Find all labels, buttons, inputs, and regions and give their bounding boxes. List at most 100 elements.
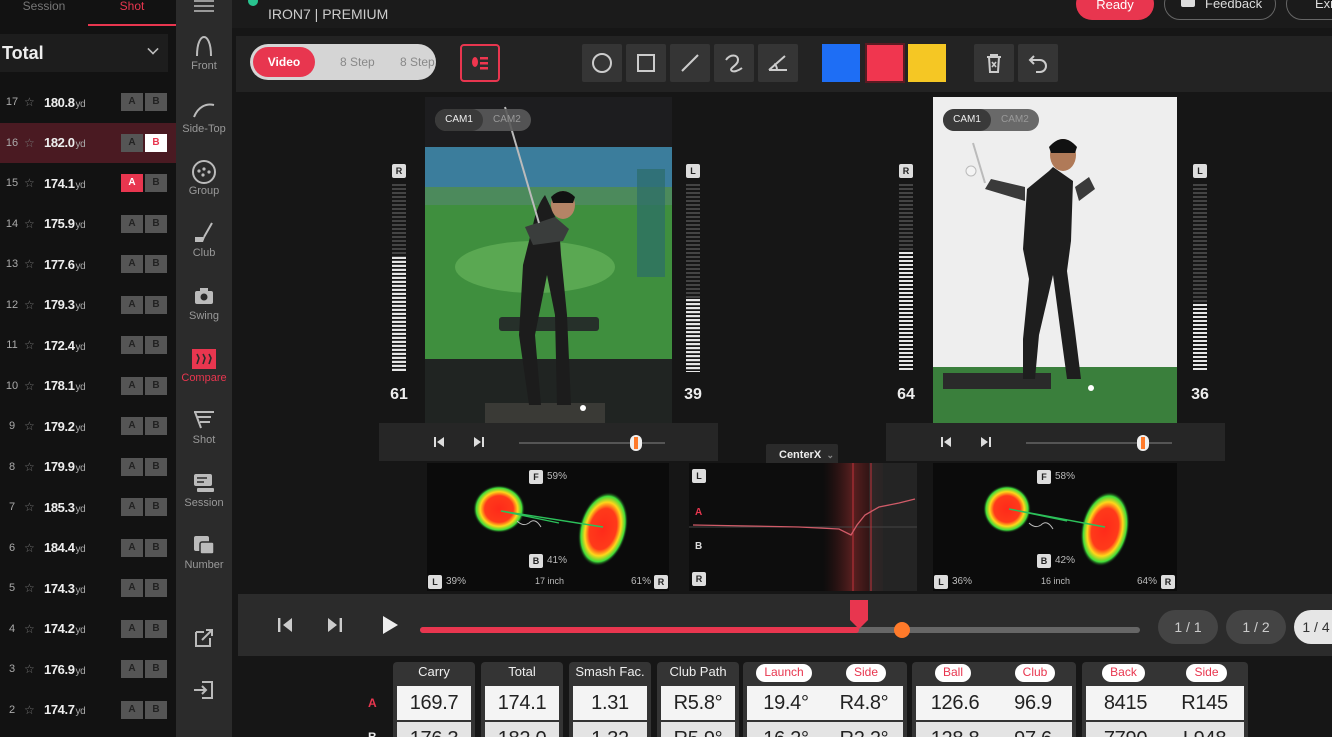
favorite-star-icon[interactable]: ☆ <box>24 298 44 312</box>
favorite-star-icon[interactable]: ☆ <box>24 622 44 636</box>
angle-tool-button[interactable] <box>758 44 798 82</box>
assign-b-button[interactable]: B <box>145 619 167 638</box>
nav-item-shot[interactable]: Shot <box>176 408 232 446</box>
assign-a-button[interactable]: A <box>121 660 143 678</box>
favorite-star-icon[interactable]: ☆ <box>24 460 44 474</box>
menu-icon[interactable] <box>194 0 214 12</box>
timeline-handle[interactable] <box>894 622 911 638</box>
shot-row[interactable]: 9 ☆ 179.2yd A B <box>0 406 176 447</box>
import-icon[interactable] <box>192 678 216 702</box>
right-slider-handle[interactable] <box>1136 435 1149 451</box>
shot-row[interactable]: 15 ☆ 174.1yd A B <box>0 163 176 204</box>
assign-a-button[interactable]: A <box>121 133 143 152</box>
shot-row[interactable]: 13 ☆ 177.6yd A B <box>0 244 176 285</box>
assign-b-button[interactable]: B <box>145 579 167 597</box>
page-pill-1[interactable]: 1 / 1 <box>1158 610 1218 644</box>
assign-a-button[interactable]: A <box>121 295 143 314</box>
assign-a-button[interactable]: A <box>121 214 143 233</box>
shot-row[interactable]: 8 ☆ 179.9yd A B <box>0 447 176 488</box>
prev-frame-icon[interactable] <box>940 435 954 449</box>
left-video-slider[interactable] <box>519 442 665 444</box>
cam2-button[interactable]: CAM2 <box>493 109 521 131</box>
prev-frame-icon[interactable] <box>433 435 447 449</box>
shot-row[interactable]: 14 ☆ 175.9yd A B <box>0 204 176 245</box>
assign-a-button[interactable]: A <box>121 538 143 557</box>
shot-row[interactable]: 12 ☆ 179.3yd A B <box>0 285 176 326</box>
color-blue-swatch[interactable] <box>822 44 860 82</box>
assign-a-button[interactable]: A <box>121 457 143 476</box>
shot-row[interactable]: 5 ☆ 174.3yd A B <box>0 568 176 609</box>
shot-row[interactable]: 10 ☆ 178.1yd A B <box>0 366 176 407</box>
left-slider-handle[interactable] <box>629 435 642 451</box>
camera-switch[interactable]: CAM1 CAM2 <box>943 109 1039 131</box>
assign-a-button[interactable]: A <box>121 498 143 516</box>
page-pill-2[interactable]: 1 / 2 <box>1226 610 1286 644</box>
tab-session[interactable]: Session <box>0 0 88 26</box>
cam1-button[interactable]: CAM1 <box>435 109 483 131</box>
play-icon[interactable] <box>380 614 400 636</box>
cam2-button[interactable]: CAM2 <box>1001 109 1029 131</box>
favorite-star-icon[interactable]: ☆ <box>24 217 44 231</box>
favorite-star-icon[interactable]: ☆ <box>24 136 44 150</box>
shot-row[interactable]: 6 ☆ 184.4yd A B <box>0 528 176 569</box>
favorite-star-icon[interactable]: ☆ <box>24 338 44 352</box>
assign-a-button[interactable]: A <box>121 93 143 111</box>
assign-a-button[interactable]: A <box>121 174 143 192</box>
impact-marker-icon[interactable] <box>849 599 869 629</box>
favorite-star-icon[interactable]: ☆ <box>24 703 44 717</box>
cam1-button[interactable]: CAM1 <box>943 109 991 131</box>
color-red-swatch[interactable] <box>865 43 905 83</box>
mode-8-step-2[interactable]: 8 Step <box>400 44 435 80</box>
right-video-slider[interactable] <box>1026 442 1172 444</box>
delete-button[interactable] <box>974 44 1014 82</box>
assign-b-button[interactable]: B <box>145 498 167 516</box>
assign-a-button[interactable]: A <box>121 255 143 273</box>
shot-row[interactable]: 16 ☆ 182.0yd A B <box>0 122 176 163</box>
favorite-star-icon[interactable]: ☆ <box>24 95 44 109</box>
assign-a-button[interactable]: A <box>121 700 143 719</box>
shot-row[interactable]: 11 ☆ 172.4yd A B <box>0 325 176 366</box>
shot-row[interactable]: 4 ☆ 174.2yd A B <box>0 609 176 650</box>
assign-b-button[interactable]: B <box>145 255 167 273</box>
favorite-star-icon[interactable]: ☆ <box>24 379 44 393</box>
circle-tool-button[interactable] <box>582 44 622 82</box>
next-frame-icon[interactable] <box>978 435 992 449</box>
nav-item-side-top[interactable]: Side-Top <box>176 97 232 135</box>
assign-b-button[interactable]: B <box>145 660 167 678</box>
assign-b-button[interactable]: B <box>145 700 167 719</box>
nav-item-number[interactable]: Number <box>176 533 232 571</box>
assign-a-button[interactable]: A <box>121 619 143 638</box>
color-yellow-swatch[interactable] <box>908 44 946 82</box>
mode-video[interactable]: Video <box>253 47 315 77</box>
assign-b-button[interactable]: B <box>145 133 167 152</box>
step-forward-icon[interactable] <box>326 616 344 634</box>
favorite-star-icon[interactable]: ☆ <box>24 541 44 555</box>
assign-b-button[interactable]: B <box>145 538 167 557</box>
page-pill-3[interactable]: 1 / 4 <box>1294 610 1332 644</box>
camera-switch[interactable]: CAM1 CAM2 <box>435 109 531 131</box>
line-tool-button[interactable] <box>670 44 710 82</box>
step-back-icon[interactable] <box>276 616 294 634</box>
assign-b-button[interactable]: B <box>145 214 167 233</box>
assign-b-button[interactable]: B <box>145 336 167 354</box>
favorite-star-icon[interactable]: ☆ <box>24 176 44 190</box>
favorite-star-icon[interactable]: ☆ <box>24 419 44 433</box>
assign-a-button[interactable]: A <box>121 417 143 435</box>
tab-shot[interactable]: Shot <box>88 0 176 26</box>
left-video-view[interactable]: CAM1 CAM2 <box>425 97 672 423</box>
assign-a-button[interactable]: A <box>121 579 143 597</box>
assign-b-button[interactable]: B <box>145 417 167 435</box>
footprint-button[interactable] <box>460 44 500 82</box>
favorite-star-icon[interactable]: ☆ <box>24 581 44 595</box>
assign-b-button[interactable]: B <box>145 376 167 395</box>
shot-row[interactable]: 7 ☆ 185.3yd A B <box>0 487 176 528</box>
nav-item-swing[interactable]: Swing <box>176 284 232 322</box>
next-frame-icon[interactable] <box>471 435 485 449</box>
favorite-star-icon[interactable]: ☆ <box>24 662 44 676</box>
favorite-star-icon[interactable]: ☆ <box>24 500 44 514</box>
assign-a-button[interactable]: A <box>121 336 143 354</box>
assign-a-button[interactable]: A <box>121 376 143 395</box>
exit-button[interactable]: Exi <box>1286 0 1332 20</box>
rectangle-tool-button[interactable] <box>626 44 666 82</box>
feedback-button[interactable]: Feedback <box>1164 0 1276 20</box>
